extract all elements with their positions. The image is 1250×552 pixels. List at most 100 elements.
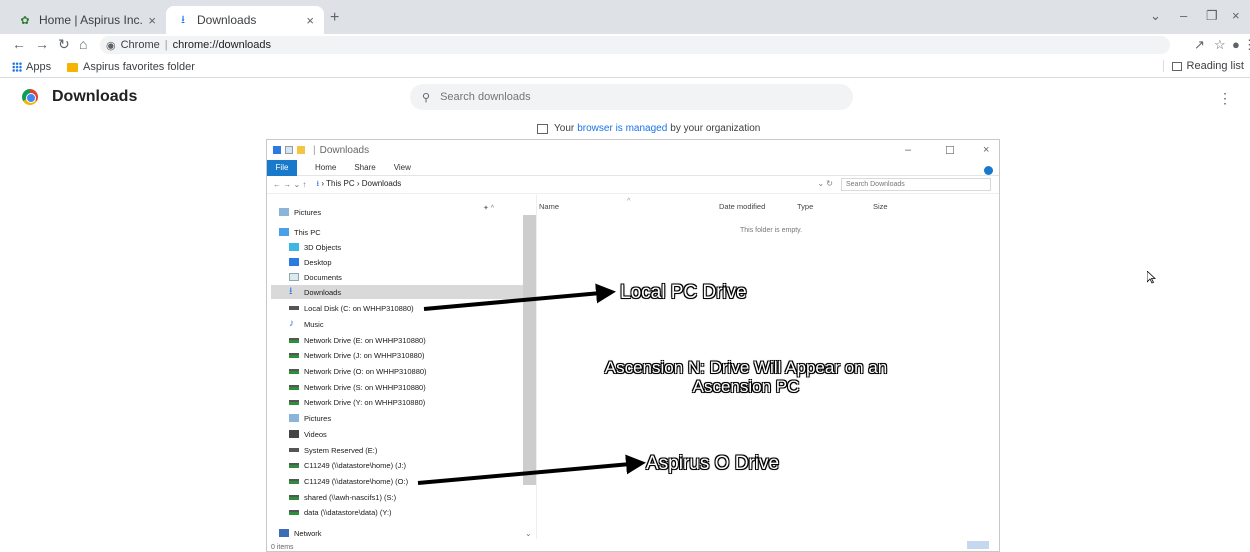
download-icon: ⭳ <box>316 178 320 188</box>
bookmark-apps[interactable]: Apps <box>12 61 51 73</box>
browser-toolbar: ← → ↻ ⌂ ◉ Chrome | chrome://downloads ↗ … <box>0 34 1250 56</box>
nav-item: Network Drive (Y: on WHHP310880) <box>289 395 425 409</box>
tab-title: Home | Aspirus Inc., Wausa <box>39 13 142 27</box>
forward-icon[interactable]: → <box>35 36 49 52</box>
reading-list-label: Reading list <box>1186 60 1244 72</box>
breadcrumb-item: This PC <box>326 178 355 188</box>
pin-icon: ✦ ^ <box>483 205 495 212</box>
home-icon[interactable]: ⌂ <box>79 36 87 52</box>
nav-item-label: Network Drive (O: on WHHP310880) <box>304 366 427 376</box>
nav-item: 3D Objects <box>289 240 341 254</box>
profile-icon[interactable]: ● <box>1232 37 1240 52</box>
obj-icon <box>289 243 299 251</box>
reading-list-button[interactable]: Reading list <box>1162 60 1244 72</box>
net-icon <box>289 494 299 500</box>
reload-icon[interactable]: ↻ <box>58 36 70 53</box>
folder-icon <box>297 146 305 154</box>
doc-icon <box>289 273 299 281</box>
ribbon-tab-share: Share <box>354 163 376 172</box>
nav-item: Network Drive (S: on WHHP310880) <box>289 380 426 394</box>
network-icon <box>279 529 289 537</box>
refresh-icon: ⌄ ↻ <box>817 179 833 188</box>
chevron-down-icon: ⌄ <box>525 529 532 538</box>
dl-icon: ⭳ <box>289 286 293 297</box>
net-icon <box>289 509 299 515</box>
annotation-local-pc-drive: Local PC Drive <box>620 282 747 303</box>
column-name: Name <box>539 202 560 211</box>
column-size: Size <box>873 202 888 211</box>
file-explorer-screenshot: | Downloads – ☐ × File Home Share View ←… <box>266 139 1000 552</box>
music-icon: ♪ <box>289 318 294 329</box>
restore-icon[interactable]: ❐ <box>1206 8 1218 24</box>
nav-item-label: Pictures <box>294 207 322 217</box>
desk-icon <box>289 258 299 266</box>
minimize-icon: – <box>905 144 912 156</box>
chrome-logo-icon <box>22 89 38 105</box>
properties-icon <box>285 146 293 154</box>
star-icon[interactable]: ☆ <box>1214 37 1226 53</box>
search-input[interactable] <box>440 91 821 103</box>
nav-item-label: Pictures <box>304 413 332 423</box>
minimize-icon[interactable]: – <box>1180 8 1187 23</box>
close-icon[interactable]: × <box>1232 8 1240 23</box>
tab-strip: ✿ Home | Aspirus Inc., Wausa × ⭳ Downloa… <box>0 0 1250 34</box>
net-icon <box>289 337 299 343</box>
managed-notice: Your browser is managed by your organiza… <box>537 123 760 134</box>
more-options-icon[interactable]: ⋮ <box>1218 90 1232 107</box>
status-bar: 0 items <box>271 544 294 551</box>
pic-icon <box>279 208 289 216</box>
new-tab-icon[interactable]: + <box>330 9 339 27</box>
url-text: chrome://downloads <box>172 39 272 51</box>
nav-item: Network Drive (J: on WHHP310880) <box>289 348 424 362</box>
annotation-line: Ascension N: Drive Will Appear on an <box>604 358 888 377</box>
nav-item: ⭳ Downloads <box>271 285 523 299</box>
managed-prefix: Your <box>554 123 575 134</box>
back-icon[interactable]: ← <box>12 36 26 52</box>
managed-link[interactable]: browser is managed <box>577 123 667 134</box>
nav-item-label: System Reserved (E:) <box>304 445 378 455</box>
mouse-cursor-icon <box>1147 271 1156 284</box>
bookmark-aspirus-folder[interactable]: Aspirus favorites folder <box>67 61 195 73</box>
address-bar[interactable]: ◉ Chrome | chrome://downloads <box>100 36 1170 54</box>
tab-home-aspirus[interactable]: ✿ Home | Aspirus Inc., Wausa × <box>8 6 166 34</box>
close-icon[interactable]: × <box>148 13 156 28</box>
nav-item-label: Documents <box>304 272 342 282</box>
nav-item: C11249 (\\datastore\home) (J:) <box>289 458 406 472</box>
nav-item: Desktop <box>289 255 332 269</box>
ribbon-tab-view: View <box>393 163 411 172</box>
explorer-ribbon: File Home Share View <box>267 159 999 176</box>
sort-caret-icon: ^ <box>627 196 631 205</box>
ribbon-tab-home: Home <box>315 163 337 172</box>
ribbon-tab-file: File <box>267 159 297 176</box>
nav-item-label: Network Drive (J: on WHHP310880) <box>304 350 425 360</box>
apps-grid-icon <box>12 62 22 72</box>
breadcrumb-item: Downloads <box>361 178 402 188</box>
page-title: Downloads <box>52 88 138 105</box>
building-icon <box>537 123 548 134</box>
nav-item-label: data (\\datastore\data) (Y:) <box>304 507 392 517</box>
share-icon[interactable]: ↗ <box>1194 37 1205 53</box>
nav-item-label: Downloads <box>304 287 342 297</box>
nav-item: shared (\\awh-nascifs1) (S:) <box>289 490 396 504</box>
nav-item: This PC <box>279 225 321 239</box>
nav-arrows-icon: ← → ⌄ ↑ <box>273 180 307 189</box>
scrollbar-thumb <box>523 215 536 485</box>
tab-downloads[interactable]: ⭳ Downloads × <box>166 6 324 34</box>
net-icon <box>289 368 299 374</box>
download-icon: ⭳ <box>181 13 185 26</box>
explorer-address-bar: ← → ⌄ ↑ ⭳ › This PC › Downloads ⌄ ↻ Sear… <box>267 176 999 194</box>
menu-icon[interactable]: ⋮ <box>1243 37 1250 53</box>
nav-item-label: 3D Objects <box>304 242 342 252</box>
reading-list-icon <box>1171 61 1182 71</box>
nav-item: ♪ Music <box>289 317 324 331</box>
pic-icon <box>289 414 299 422</box>
nav-item: Documents <box>289 270 342 284</box>
chevron-down-icon[interactable]: ⌄ <box>1150 8 1161 24</box>
nav-item: data (\\datastore\data) (Y:) <box>289 505 392 519</box>
close-icon[interactable]: × <box>306 13 314 28</box>
omnibox-separator: | <box>164 39 168 51</box>
view-toggle-icon <box>967 541 989 549</box>
managed-suffix: by your organization <box>670 123 761 134</box>
leaf-icon: ✿ <box>20 14 30 27</box>
search-box[interactable]: ⚲ <box>410 84 853 110</box>
